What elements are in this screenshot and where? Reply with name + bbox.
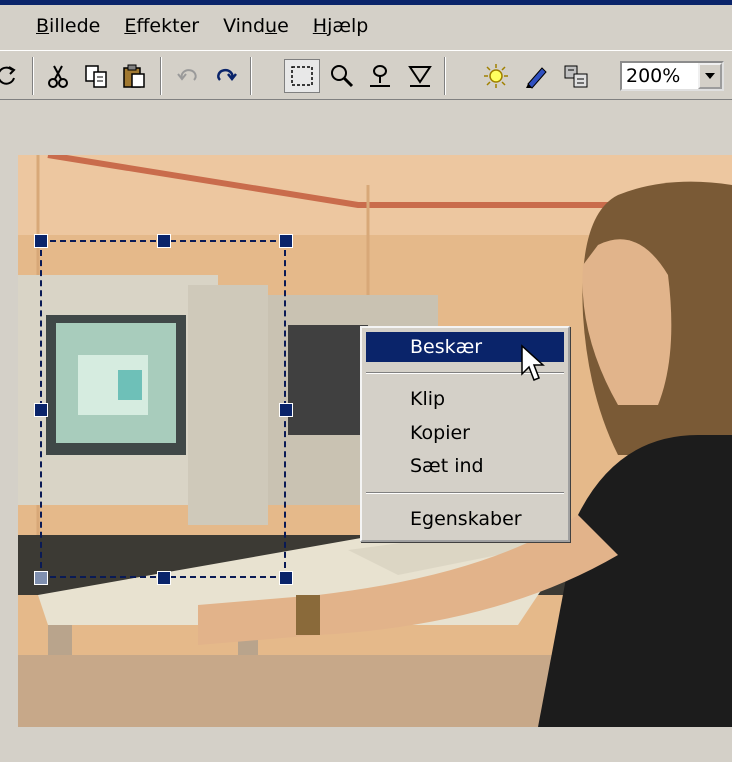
copy-icon[interactable]	[78, 59, 114, 93]
menu-hjaelp[interactable]: Hjælp	[305, 15, 377, 37]
resize-handle-top[interactable]	[157, 234, 171, 248]
cut-icon[interactable]	[40, 59, 76, 93]
brightness-icon[interactable]	[478, 59, 514, 93]
zoom-value: 200%	[626, 65, 681, 87]
menu-vindue[interactable]: Vindue	[215, 15, 297, 37]
zoom-icon[interactable]	[324, 59, 360, 93]
resize-handle-bottom-left[interactable]	[34, 571, 48, 585]
pencil-icon[interactable]	[518, 59, 554, 93]
rotate-icon[interactable]	[0, 59, 24, 93]
resize-handle-top-right[interactable]	[279, 234, 293, 248]
toolbar-separator	[160, 57, 162, 95]
redo-icon[interactable]	[208, 59, 244, 93]
selection-marquee[interactable]	[34, 234, 293, 585]
menu-separator	[366, 492, 564, 494]
menu-item-egenskaber[interactable]: Egenskaber	[366, 504, 564, 534]
toolbar-separator	[444, 57, 446, 95]
resize-handle-left[interactable]	[34, 403, 48, 417]
properties-icon[interactable]	[558, 59, 594, 93]
select-rectangle-icon[interactable]	[284, 59, 320, 93]
lasso-icon[interactable]	[362, 59, 398, 93]
resize-handle-top-left[interactable]	[34, 234, 48, 248]
resize-handle-bottom[interactable]	[157, 571, 171, 585]
resize-handle-right[interactable]	[279, 403, 293, 417]
undo-icon[interactable]	[170, 59, 206, 93]
mouse-pointer-icon	[520, 344, 546, 388]
menu-item-klip[interactable]: Klip	[366, 384, 564, 414]
menu-effekter[interactable]: Effekter	[116, 15, 207, 37]
resize-handle-bottom-right[interactable]	[279, 571, 293, 585]
menubar: Billede Effekter Vindue Hjælp	[0, 5, 732, 47]
toolbar-separator	[32, 57, 34, 95]
chevron-down-icon[interactable]	[698, 63, 722, 89]
menu-billede[interactable]: Billede	[28, 15, 108, 37]
paste-icon[interactable]	[116, 59, 152, 93]
toolbar: 200%	[0, 50, 732, 100]
toolbar-separator	[250, 57, 252, 95]
menu-item-saet-ind[interactable]: Sæt ind	[366, 451, 564, 481]
zoom-combobox[interactable]: 200%	[620, 61, 724, 91]
funnel-icon[interactable]	[402, 59, 438, 93]
menu-item-kopier[interactable]: Kopier	[366, 418, 564, 448]
